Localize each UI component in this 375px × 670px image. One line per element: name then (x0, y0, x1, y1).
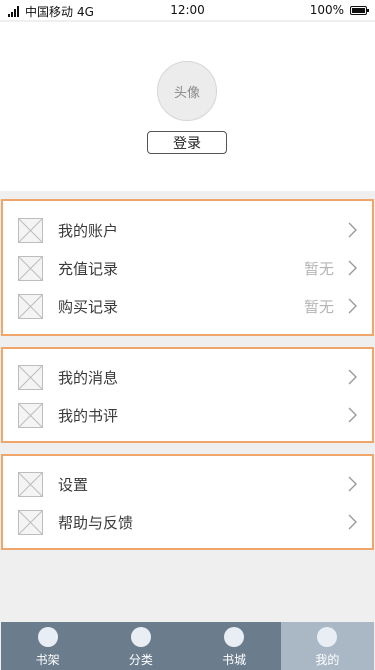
chevron-right-icon (348, 369, 357, 385)
login-button[interactable]: 登录 (147, 131, 227, 154)
messages-group: 我的消息 我的书评 (1, 347, 374, 443)
menu-row-label: 帮助与反馈 (58, 513, 134, 532)
avatar[interactable]: 头像 (157, 61, 217, 121)
menu-row-label: 购买记录 (58, 297, 119, 316)
menu-row-messages[interactable]: 我的消息 (3, 358, 372, 396)
tab-bookshelf[interactable]: 书架 (1, 622, 94, 670)
bottom-tab-bar: 书架 分类 书城 我的 (1, 622, 374, 670)
placeholder-x-icon (18, 402, 43, 428)
tab-label: 书架 (35, 653, 60, 667)
circle-icon (317, 627, 338, 647)
menu-row-label: 充值记录 (58, 259, 119, 278)
menu-row-help-feedback[interactable]: 帮助与反馈 (3, 503, 372, 541)
menu-row-purchase-records[interactable]: 购买记录 暂无 (3, 287, 372, 325)
placeholder-x-icon (18, 509, 43, 535)
placeholder-x-icon (18, 293, 43, 319)
battery-icon (350, 5, 369, 15)
circle-icon (130, 627, 151, 647)
battery-percent: 100% (309, 3, 344, 17)
placeholder-x-icon (18, 471, 43, 497)
menu-row-value: 暂无 (303, 297, 334, 316)
chevron-right-icon (348, 476, 357, 492)
menu-row-label: 我的消息 (58, 368, 119, 387)
settings-group: 设置 帮助与反馈 (1, 454, 374, 550)
menu-row-label: 我的书评 (58, 406, 119, 425)
menu-row-settings[interactable]: 设置 (3, 465, 372, 503)
menu-row-label: 我的账户 (58, 221, 119, 240)
tab-label: 书城 (222, 653, 247, 667)
placeholder-x-icon (18, 217, 43, 243)
profile-header: 头像 登录 (0, 22, 375, 191)
avatar-text: 头像 (173, 85, 200, 101)
chevron-right-icon (348, 222, 357, 238)
circle-icon (37, 627, 58, 647)
status-right: 100% (309, 3, 369, 17)
menu-row-book-reviews[interactable]: 我的书评 (3, 396, 372, 434)
tab-mine[interactable]: 我的 (280, 622, 374, 670)
menu-row-value: 暂无 (303, 259, 334, 278)
placeholder-x-icon (18, 255, 43, 281)
account-group: 我的账户 充值记录 暂无 购买记录 暂无 (1, 199, 374, 336)
chevron-right-icon (348, 407, 357, 423)
menu-row-account[interactable]: 我的账户 (3, 211, 372, 249)
menu-row-recharge-records[interactable]: 充值记录 暂无 (3, 249, 372, 287)
placeholder-x-icon (18, 364, 43, 390)
tab-label: 分类 (128, 653, 153, 667)
login-button-label: 登录 (173, 135, 201, 152)
chevron-right-icon (348, 514, 357, 530)
tab-category[interactable]: 分类 (94, 622, 187, 670)
status-bar: 中国移动 4G 12:00 100% (0, 0, 375, 20)
menu-row-label: 设置 (58, 475, 89, 494)
tab-bookstore[interactable]: 书城 (188, 622, 281, 670)
chevron-right-icon (348, 298, 357, 314)
circle-icon (224, 627, 245, 647)
tab-label: 我的 (315, 653, 340, 667)
screen: 中国移动 4G 12:00 100% 头像 登录 我的账户 充值记录 暂无 购买… (0, 0, 375, 670)
chevron-right-icon (348, 260, 357, 276)
